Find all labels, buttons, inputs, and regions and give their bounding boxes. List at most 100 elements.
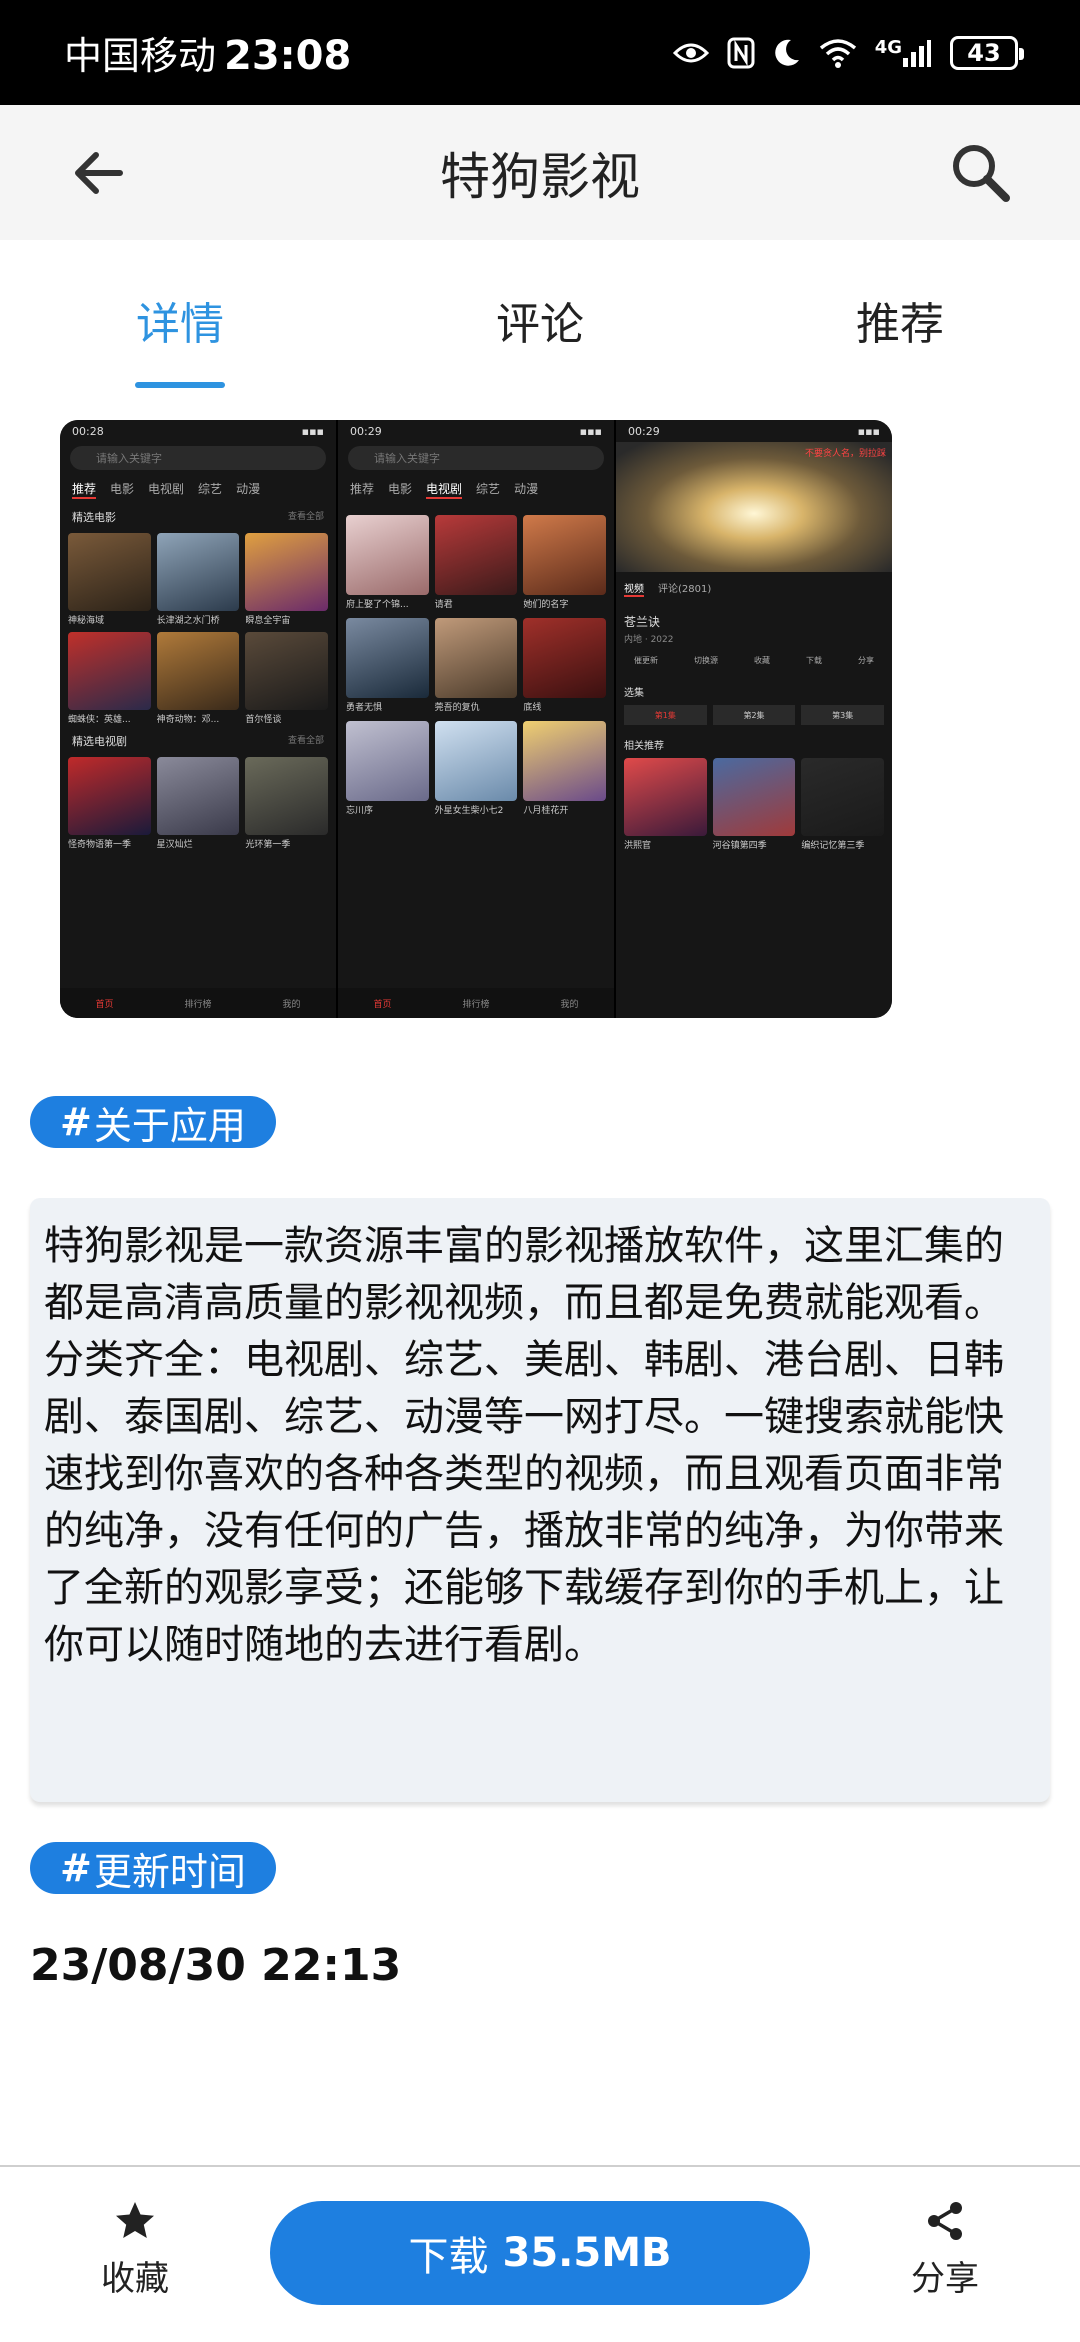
poster-item: 瞬息全宇宙	[245, 533, 328, 626]
shot3-actions: 催更新 切换源 收藏 下载 分享	[616, 645, 892, 676]
poster-item: 底线	[523, 618, 606, 713]
shot2-nav-item: 排行榜	[462, 999, 490, 1010]
shot1-cat: 动漫	[236, 482, 261, 496]
shot3-tab: 视频	[624, 580, 644, 597]
screenshot-2[interactable]: 00:29 ▪▪▪ 请输入关键字 推荐 电影 电视剧 综艺 动漫 府上娶了个锦..…	[336, 420, 614, 1018]
battery-level: 43	[967, 38, 1001, 67]
shot2-status: 00:29 ▪▪▪	[338, 420, 614, 442]
shot3-related-label: 相关推荐	[624, 741, 664, 752]
update-badge: # 更新时间	[30, 1842, 276, 1894]
poster-image	[156, 757, 240, 835]
shot1-cat: 推荐	[72, 480, 97, 499]
poster-item: 蜘蛛侠：英雄...	[68, 632, 151, 725]
bottom-action-bar: 收藏 下载 35.5MB 分享	[0, 2165, 1080, 2342]
shot2-search: 请输入关键字	[348, 446, 604, 470]
tab-recommend[interactable]: 推荐	[720, 240, 1080, 400]
poster-image	[523, 721, 606, 801]
poster-caption: 请君	[434, 600, 453, 610]
poster-image	[434, 721, 518, 801]
hash-symbol: #	[60, 1100, 92, 1144]
download-button[interactable]: 下载 35.5MB	[270, 2201, 810, 2305]
shot3-status-icons: ▪▪▪	[857, 424, 880, 438]
update-badge-label: 更新时间	[93, 1849, 246, 1894]
star-icon	[116, 2202, 154, 2238]
shot1-nav-item: 排行榜	[184, 999, 212, 1010]
poster-item: 首尔怪谈	[245, 632, 328, 725]
arrow-left-icon	[75, 152, 123, 194]
screenshot-3[interactable]: 00:29 ▪▪▪ 不要贪人名，别拉踩 视频 评论(2801) 苍兰诀 内地 · …	[614, 420, 892, 1018]
shot1-more: 查看全部	[287, 736, 324, 746]
shot3-episodes: 第1集 第2集 第3集	[616, 701, 892, 729]
shot1-tv-grid: 怪奇物语第一季 星汉灿烂 光环第一季	[60, 753, 336, 854]
status-right: 4G 43	[672, 35, 1024, 70]
poster-image	[245, 632, 328, 710]
screenshot-gallery[interactable]: 00:28 ▪▪▪ 请输入关键字 推荐 电影 电视剧 综艺 动漫 精选电影 查看全部…	[60, 420, 892, 1018]
shot1-more: 查看全部	[287, 512, 324, 522]
poster-item: 编织记忆第三季	[801, 758, 884, 851]
share-button[interactable]: 分享	[885, 2199, 1005, 2300]
poster-item: 怪奇物语第一季	[68, 757, 151, 850]
poster-image	[712, 758, 796, 836]
shot1-search: 请输入关键字	[70, 446, 326, 470]
shot2-time: 00:29	[350, 424, 382, 438]
shot3-meta: 内地 · 2022	[624, 635, 674, 645]
search-icon	[953, 145, 1010, 202]
shot1-status: 00:28 ▪▪▪	[60, 420, 336, 442]
shot2-cat: 电影	[388, 482, 413, 496]
back-button[interactable]	[68, 143, 128, 203]
shot1-time: 00:28	[72, 424, 104, 438]
poster-image	[624, 758, 707, 836]
shot1-nav-item: 我的	[282, 999, 301, 1010]
shot3-time: 00:29	[628, 424, 660, 438]
poster-caption: 神奇动物：邓...	[156, 715, 220, 725]
shot3-tab: 评论(2801)	[658, 584, 712, 595]
shot1-cat: 综艺	[198, 482, 223, 496]
poster-item: 神奇动物：邓...	[156, 632, 240, 725]
poster-image	[156, 632, 240, 710]
poster-caption: 她们的名字	[523, 600, 569, 610]
poster-item: 长津湖之水门桥	[156, 533, 240, 626]
shot3-tabs: 视频 评论(2801)	[616, 572, 892, 605]
shot3-episode: 第2集	[712, 705, 796, 725]
shot2-nav-item: 我的	[560, 999, 579, 1010]
page-title: 特狗影视	[440, 147, 640, 206]
share-icon	[928, 2202, 962, 2240]
shot3-video-notice: 不要贪人名，别拉踩	[804, 449, 886, 459]
poster-caption: 首尔怪谈	[245, 715, 282, 725]
shot3-action: 收藏	[754, 656, 770, 665]
shot1-section-title: 精选电影	[72, 511, 116, 524]
carrier-label: 中国移动	[64, 34, 217, 78]
poster-item: 八月桂花开	[523, 721, 606, 816]
poster-caption: 府上娶了个锦...	[346, 600, 409, 610]
poster-image	[68, 533, 151, 611]
shot2-cat: 电视剧	[426, 480, 463, 499]
poster-item: 府上娶了个锦...	[346, 515, 429, 610]
app-header: 特狗影视	[0, 105, 1080, 240]
status-bar: 中国移动 23:08 4G 43	[0, 0, 1080, 105]
search-button[interactable]	[948, 140, 1012, 204]
tab-comments[interactable]: 评论	[360, 240, 720, 400]
poster-image	[346, 618, 429, 698]
screenshot-1[interactable]: 00:28 ▪▪▪ 请输入关键字 推荐 电影 电视剧 综艺 动漫 精选电影 查看全部…	[60, 420, 336, 1018]
poster-item: 她们的名字	[523, 515, 606, 610]
poster-item: 洪熙官	[624, 758, 707, 851]
poster-image	[68, 632, 151, 710]
poster-image	[434, 618, 518, 698]
tab-bar: 详情 评论 推荐	[0, 240, 1080, 400]
poster-item: 忘川序	[346, 721, 429, 816]
download-label: 下载	[408, 2234, 489, 2280]
poster-item: 莞吾的复仇	[434, 618, 518, 713]
poster-caption: 忘川序	[346, 806, 374, 816]
shot1-categories: 推荐 电影 电视剧 综艺 动漫	[60, 474, 336, 505]
tab-details[interactable]: 详情	[0, 240, 360, 400]
favorite-button[interactable]: 收藏	[75, 2199, 195, 2300]
about-badge: # 关于应用	[30, 1096, 276, 1148]
shot1-section-title: 精选电视剧	[72, 735, 127, 748]
poster-image	[68, 757, 151, 835]
hash-symbol: #	[60, 1846, 92, 1890]
poster-image	[245, 757, 328, 835]
shot1-cat: 电视剧	[148, 482, 185, 496]
clock: 23:08	[224, 33, 352, 79]
shot3-related-grid: 洪熙官 河谷镇第四季 编织记忆第三季	[616, 754, 892, 855]
shot3-status: 00:29 ▪▪▪	[616, 420, 892, 442]
